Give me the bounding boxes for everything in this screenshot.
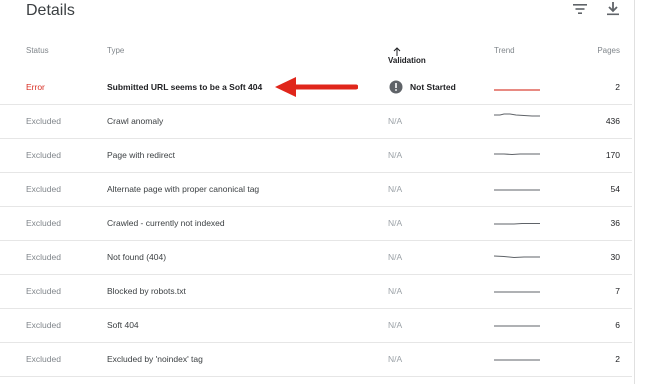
trend-sparkline xyxy=(494,223,540,225)
details-card: Details Status Type Validation Trend Pag… xyxy=(0,0,632,384)
row-pages: 2 xyxy=(615,82,620,92)
column-status-header[interactable]: Status xyxy=(26,46,49,55)
trend-sparkline xyxy=(494,89,540,91)
row-pages: 54 xyxy=(610,184,620,194)
trend-sparkline xyxy=(494,255,540,259)
annotation-arrow-left-icon xyxy=(275,77,358,97)
info-icon xyxy=(389,80,403,94)
row-pages: 2 xyxy=(615,354,620,364)
row-status: Excluded xyxy=(26,286,61,296)
table-row[interactable]: Excluded Alternate page with proper cano… xyxy=(0,172,632,207)
row-pages: 6 xyxy=(615,320,620,330)
row-validation: N/A xyxy=(388,320,403,330)
row-status: Excluded xyxy=(26,354,61,364)
filter-icon[interactable] xyxy=(571,0,589,18)
row-validation: Not Started xyxy=(410,82,456,92)
column-trend-header[interactable]: Trend xyxy=(494,46,515,55)
table-row[interactable]: Excluded Crawled - currently not indexed… xyxy=(0,206,632,241)
trend-sparkline xyxy=(494,291,540,293)
trend-sparkline xyxy=(494,189,540,191)
table-row[interactable]: Excluded Not found (404) N/A 30 xyxy=(0,240,632,275)
row-status: Excluded xyxy=(26,150,61,160)
row-validation: N/A xyxy=(388,150,403,160)
row-validation: N/A xyxy=(388,252,403,262)
table-row[interactable]: Excluded Page with redirect N/A 170 xyxy=(0,138,632,173)
row-type: Alternate page with proper canonical tag xyxy=(107,184,260,194)
table-row[interactable]: Excluded Blocked by robots.txt N/A 7 xyxy=(0,274,632,309)
table-row[interactable]: Excluded Soft 404 N/A 6 xyxy=(0,308,632,343)
row-status: Excluded xyxy=(26,252,61,262)
row-validation: N/A xyxy=(388,286,403,296)
sort-arrow-up-icon xyxy=(393,47,401,56)
page-title: Details xyxy=(26,2,75,19)
row-pages: 7 xyxy=(615,286,620,296)
trend-sparkline xyxy=(494,359,540,361)
row-type: Page with redirect xyxy=(107,150,176,160)
row-pages: 436 xyxy=(605,116,620,126)
row-type: Excluded by 'noindex' tag xyxy=(107,354,203,364)
row-validation: N/A xyxy=(388,116,403,126)
column-validation-header[interactable]: Validation xyxy=(388,46,426,65)
trend-sparkline xyxy=(494,153,540,156)
row-pages: 170 xyxy=(605,150,620,160)
row-type: Crawl anomaly xyxy=(107,116,164,126)
column-validation-label: Validation xyxy=(388,56,426,65)
row-validation: N/A xyxy=(388,184,403,194)
column-type-header[interactable]: Type xyxy=(107,46,124,55)
row-type: Not found (404) xyxy=(107,252,167,262)
row-status: Error xyxy=(26,82,45,92)
row-type: Submitted URL seems to be a Soft 404 xyxy=(107,82,263,92)
right-divider xyxy=(634,0,635,384)
row-status: Excluded xyxy=(26,320,61,330)
column-pages-header[interactable]: Pages xyxy=(597,46,620,55)
row-type: Soft 404 xyxy=(107,320,139,330)
trend-sparkline xyxy=(494,113,540,117)
row-validation: N/A xyxy=(388,354,403,364)
row-type: Crawled - currently not indexed xyxy=(107,218,225,228)
download-icon[interactable] xyxy=(604,0,622,18)
table-row[interactable]: Excluded Excluded by 'noindex' tag N/A 2 xyxy=(0,342,632,377)
table-row[interactable]: Excluded Crawl anomaly N/A 436 xyxy=(0,104,632,139)
row-pages: 36 xyxy=(610,218,620,228)
row-pages: 30 xyxy=(610,252,620,262)
row-type: Blocked by robots.txt xyxy=(107,286,186,296)
row-status: Excluded xyxy=(26,184,61,194)
row-validation: N/A xyxy=(388,218,403,228)
trend-sparkline xyxy=(494,325,540,327)
table-header: Status Type Validation Trend Pages xyxy=(0,36,632,66)
row-status: Excluded xyxy=(26,116,61,126)
row-status: Excluded xyxy=(26,218,61,228)
